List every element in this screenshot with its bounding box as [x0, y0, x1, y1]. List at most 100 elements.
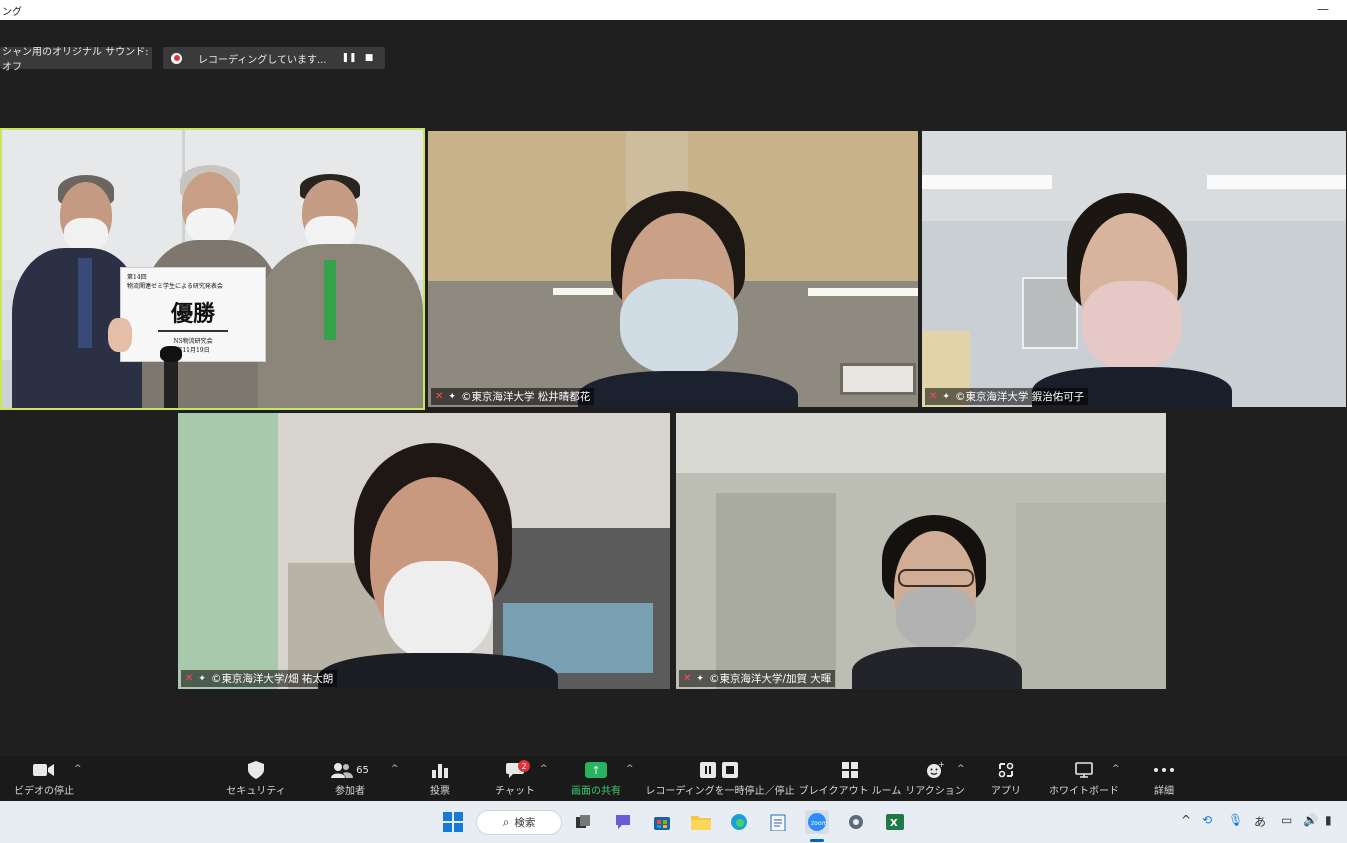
sign-line-3: NS物流研究会	[173, 338, 213, 345]
chat-app-icon[interactable]	[611, 810, 635, 834]
minimize-icon[interactable]: —	[1317, 2, 1329, 16]
window-titlebar: ング —	[0, 0, 1347, 20]
pin-icon[interactable]: ✦	[942, 392, 950, 402]
settings-gear-icon[interactable]	[844, 810, 868, 834]
reactions-button[interactable]: + リアクション	[905, 756, 965, 801]
pin-icon[interactable]: ✦	[198, 674, 206, 684]
apps-icon	[998, 760, 1014, 780]
participants-options-chevron-icon[interactable]: ^	[391, 764, 399, 774]
excel-icon[interactable]: X	[883, 810, 907, 834]
window-title: ング	[2, 6, 22, 18]
participant-name: ©東京海洋大学 鍜治佑可子	[954, 391, 1085, 403]
reactions-label: リアクション	[905, 786, 965, 797]
svg-text:+: +	[938, 761, 944, 769]
task-view-icon[interactable]	[571, 810, 595, 834]
more-label: 詳細	[1154, 786, 1174, 797]
svg-text:X: X	[890, 818, 898, 829]
store-icon[interactable]	[650, 810, 674, 834]
battery-icon[interactable]: ▮	[1325, 813, 1332, 827]
apps-button[interactable]: アプリ	[986, 756, 1026, 801]
share-options-chevron-icon[interactable]: ^	[626, 764, 634, 774]
ime-indicator[interactable]: あ	[1254, 813, 1266, 830]
participants-count: 65	[356, 764, 369, 776]
participant-nametag: ✕ ✦ ©東京海洋大学 鍜治佑可子	[925, 388, 1089, 405]
security-button[interactable]: セキュリティ	[222, 756, 290, 801]
whiteboard-icon	[1075, 760, 1093, 780]
file-explorer-icon[interactable]	[689, 810, 713, 834]
pause-recording-icon[interactable]: ❚❚	[341, 53, 357, 63]
more-button[interactable]: 詳細	[1144, 756, 1184, 801]
reactions-options-chevron-icon[interactable]: ^	[957, 764, 965, 774]
chat-label: チャット	[495, 786, 535, 797]
network-icon[interactable]: ▭	[1281, 813, 1292, 827]
stop-recording-icon[interactable]: ■	[361, 53, 377, 63]
search-label: 検索	[514, 817, 536, 829]
recording-control-button[interactable]: レコーディングを一時停止／停止	[645, 756, 795, 801]
os-taskbar: ⌕ 検索 zoom X ^ ⟲ 🎙 あ ▭ 🔊 ▮	[0, 801, 1347, 843]
video-camera-icon	[33, 760, 55, 780]
poll-chart-icon	[432, 760, 448, 780]
zoom-app-icon[interactable]: zoom	[805, 810, 829, 834]
participants-label: 参加者	[335, 786, 365, 797]
original-sound-indicator[interactable]: シャン用のオリジナル サウンド: オフ	[0, 47, 152, 73]
recording-indicator: レコーディングしています... ❚❚ ■	[163, 47, 385, 69]
chat-options-chevron-icon[interactable]: ^	[540, 764, 548, 774]
participant-nametag: ✕ ✦ ©東京海洋大学/畑 祐太朗	[181, 670, 338, 687]
recording-dot-icon	[171, 52, 182, 64]
zoom-active-indicator	[810, 839, 824, 842]
poll-button[interactable]: 投票	[420, 756, 460, 801]
smiley-plus-icon: +	[926, 760, 944, 780]
start-windows-icon[interactable]	[441, 810, 465, 834]
whiteboard-label: ホワイトボード	[1049, 786, 1119, 797]
more-dots-icon	[1154, 760, 1174, 780]
share-screen-icon: ↑	[585, 760, 607, 780]
participants-button[interactable]: 65 参加者	[320, 756, 380, 801]
tray-overflow-chevron-icon[interactable]: ^	[1181, 813, 1191, 827]
sign-title: 優勝	[170, 301, 215, 327]
meeting-stage: シャン用のオリジナル サウンド: オフ レコーディングしています... ❚❚ ■…	[0, 20, 1347, 756]
mic-muted-icon: ✕	[929, 391, 938, 402]
participant-name: ©東京海洋大学/加賀 大暉	[708, 673, 832, 685]
pin-icon[interactable]: ✦	[448, 392, 456, 402]
video-options-chevron-icon[interactable]: ^	[74, 764, 82, 774]
breakout-grid-icon	[842, 760, 858, 780]
recording-status-label: レコーディングしています...	[198, 54, 327, 66]
video-tile-kaji[interactable]: ✕ ✦ ©東京海洋大学 鍜治佑可子	[921, 130, 1347, 408]
meeting-toolbar: ビデオの停止 ^ セキュリティ 65 参加者 ^ 投票 2 チャット ^ ↑ 画…	[0, 756, 1347, 801]
stop-video-button[interactable]: ビデオの停止	[12, 756, 76, 801]
shield-icon	[248, 760, 264, 780]
sign-line-2: 物流関連ゼミ学生による研究発表会	[127, 283, 223, 290]
original-sound-label: シャン用のオリジナル サウンド: オフ	[2, 47, 149, 73]
sign-line-4: 年11月19日	[176, 347, 210, 354]
pin-icon[interactable]: ✦	[696, 674, 704, 684]
video-tile-award[interactable]: 第14回 物流関連ゼミ学生による研究発表会 優勝 NS物流研究会 年11月19日	[0, 128, 425, 410]
sync-icon[interactable]: ⟲	[1202, 813, 1212, 827]
edge-browser-icon[interactable]	[727, 810, 751, 834]
mic-muted-icon: ✕	[435, 391, 444, 402]
chat-bubble-icon: 2	[506, 760, 530, 780]
share-screen-button[interactable]: ↑ 画面の共有	[566, 756, 626, 801]
award-sign: 第14回 物流関連ゼミ学生による研究発表会 優勝 NS物流研究会 年11月19日	[120, 267, 266, 362]
taskbar-search[interactable]: ⌕ 検索	[476, 810, 562, 835]
stop-video-label: ビデオの停止	[14, 786, 74, 797]
chat-button[interactable]: 2 チャット	[494, 756, 536, 801]
poll-label: 投票	[430, 786, 450, 797]
video-tile-kaga[interactable]: ✕ ✦ ©東京海洋大学/加賀 大暉	[675, 412, 1167, 690]
mic-muted-icon: ✕	[683, 673, 692, 684]
mic-muted-icon: ✕	[185, 673, 194, 684]
participant-name: ©東京海洋大学/畑 祐太朗	[210, 673, 334, 685]
notepad-icon[interactable]	[766, 810, 790, 834]
participant-name: ©東京海洋大学 松井晴都花	[460, 391, 591, 403]
microphone-icon[interactable]: 🎙	[1228, 813, 1243, 827]
whiteboard-options-chevron-icon[interactable]: ^	[1112, 764, 1120, 774]
video-tile-hata[interactable]: ✕ ✦ ©東京海洋大学/畑 祐太朗	[177, 412, 671, 690]
search-icon: ⌕	[502, 815, 510, 829]
participant-nametag: ✕ ✦ ©東京海洋大学/加賀 大暉	[679, 670, 836, 687]
sign-line-1: 第14回	[127, 274, 147, 281]
breakout-rooms-button[interactable]: ブレイクアウト ルーム	[799, 756, 901, 801]
recording-control-label: レコーディングを一時停止／停止	[645, 786, 795, 797]
speaker-volume-icon[interactable]: 🔊	[1303, 813, 1318, 827]
video-tile-matsui[interactable]: ✕ ✦ ©東京海洋大学 松井晴都花	[427, 130, 919, 408]
apps-label: アプリ	[991, 786, 1021, 797]
whiteboard-button[interactable]: ホワイトボード	[1049, 756, 1119, 801]
